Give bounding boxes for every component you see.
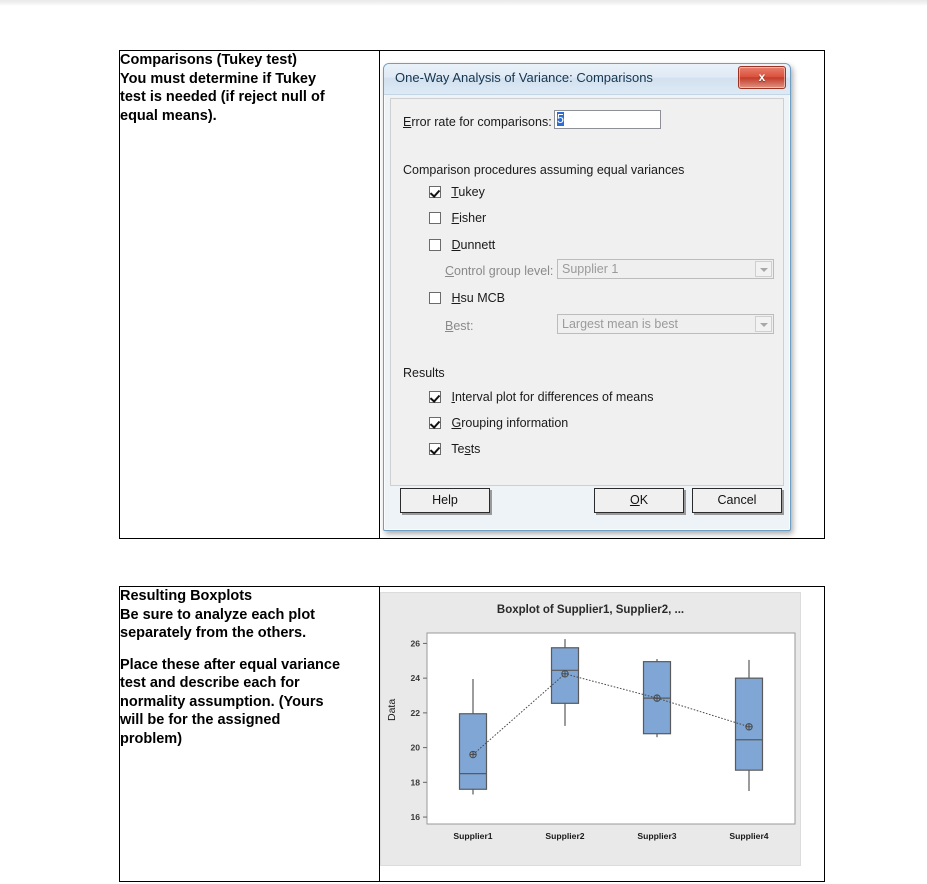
dialog-titlebar[interactable]: One-Way Analysis of Variance: Comparison…: [384, 64, 790, 95]
checkbox-interval-plot-label: nterval plot for differences of means: [454, 390, 654, 404]
best-select[interactable]: Largest mean is best: [557, 314, 774, 334]
chart-cell: Boxplot of Supplier1, Supplier2, ... Dat…: [379, 586, 825, 882]
error-rate-label: Error rate for comparisons:: [403, 115, 552, 129]
close-icon[interactable]: x: [738, 66, 786, 89]
boxplot-chart: Boxplot of Supplier1, Supplier2, ... Dat…: [380, 592, 801, 866]
svg-text:24: 24: [410, 673, 420, 683]
error-rate-label-rest: rror rate for comparisons:: [411, 115, 552, 129]
svg-text:Supplier1: Supplier1: [453, 831, 492, 841]
chevron-down-icon[interactable]: [755, 316, 772, 332]
chevron-down-icon[interactable]: [755, 261, 772, 277]
svg-text:22: 22: [410, 708, 420, 718]
results-group-label: Results: [403, 366, 445, 380]
note-paragraph: Resulting Boxplots Be sure to analyze ea…: [120, 588, 316, 642]
checkmark-icon: [429, 186, 441, 198]
help-button[interactable]: Help: [400, 488, 490, 513]
checkmark-icon: [429, 417, 441, 429]
best-value: Largest mean is best: [562, 317, 679, 331]
checkbox-box-icon: [429, 212, 441, 224]
boxplot-svg: 16 18 20 22 24 26 Supplier1 Supplier2 Supplier3 S…: [410, 632, 796, 841]
svg-text:18: 18: [410, 777, 420, 787]
checkbox-tukey-label: ukey: [458, 185, 485, 199]
checkbox-dunnett-label: unnett: [460, 238, 496, 252]
note-paragraph: Place these after equal variance test an…: [120, 656, 341, 747]
checkbox-hsu-mcb[interactable]: Hsu MCB: [429, 291, 505, 305]
checkbox-grouping-information[interactable]: Grouping information: [429, 416, 568, 430]
checkbox-box-icon: [429, 292, 441, 304]
ok-button[interactable]: OK: [594, 488, 684, 513]
checkbox-hsu-mcb-label: su MCB: [460, 291, 505, 305]
checkbox-box-icon: [429, 239, 441, 251]
error-rate-value: 5: [557, 112, 564, 126]
svg-text:Supplier4: Supplier4: [729, 831, 768, 841]
checkbox-tests[interactable]: Tests: [429, 442, 480, 456]
best-label: Best:: [445, 319, 474, 333]
dialog-title: One-Way Analysis of Variance: Comparison…: [395, 70, 653, 85]
equal-variances-group-label: Comparison procedures assuming equal var…: [403, 163, 685, 177]
cancel-button[interactable]: Cancel: [692, 488, 782, 513]
page-top-band: [0, 0, 927, 6]
checkbox-interval-plot[interactable]: Interval plot for differences of means: [429, 390, 653, 404]
dialog-body: Error rate for comparisons: 5 Comparison…: [390, 98, 784, 486]
checkbox-fisher[interactable]: Fisher: [429, 211, 486, 225]
section-comparisons: Comparisons (Tukey test) You must determ…: [119, 50, 825, 539]
note-cell-comparisons: Comparisons (Tukey test) You must determ…: [119, 50, 380, 539]
control-group-level-label: Control group level:: [445, 264, 554, 278]
svg-text:16: 16: [410, 812, 420, 822]
section-boxplots: Resulting Boxplots Be sure to analyze ea…: [119, 586, 825, 882]
note-cell-boxplots: Resulting Boxplots Be sure to analyze ea…: [119, 586, 380, 882]
checkbox-grouping-information-label: rouping information: [461, 416, 569, 430]
svg-text:Supplier2: Supplier2: [545, 831, 584, 841]
checkbox-tests-label: ts: [470, 442, 481, 456]
control-group-level-select[interactable]: Supplier 1: [557, 259, 774, 279]
checkbox-dunnett[interactable]: Dunnett: [429, 238, 495, 252]
dialog-footer: Help OK Cancel: [390, 488, 784, 522]
checkmark-icon: [429, 391, 441, 403]
svg-text:20: 20: [410, 743, 420, 753]
checkbox-fisher-label: isher: [459, 211, 487, 225]
control-group-level-value: Supplier 1: [562, 262, 619, 276]
dialog-cell: One-Way Analysis of Variance: Comparison…: [379, 50, 825, 539]
checkmark-icon: [429, 443, 441, 455]
svg-text:Supplier3: Supplier3: [637, 831, 676, 841]
comparisons-dialog: One-Way Analysis of Variance: Comparison…: [383, 63, 791, 531]
error-rate-input[interactable]: 5: [554, 110, 661, 129]
note-paragraph: Comparisons (Tukey test) You must determ…: [120, 52, 325, 124]
svg-text:26: 26: [410, 638, 420, 648]
checkbox-tukey[interactable]: Tukey: [429, 185, 485, 199]
